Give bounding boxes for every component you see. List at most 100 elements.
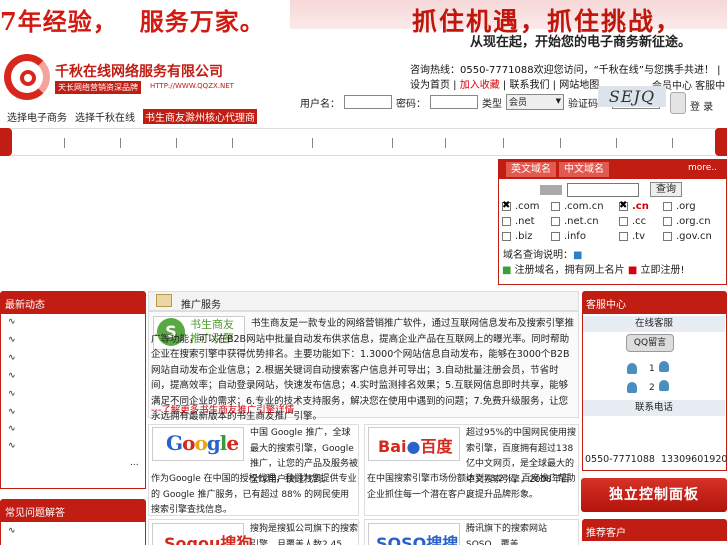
checkbox[interactable] <box>663 202 672 211</box>
news-item[interactable]: ∿ <box>8 441 16 451</box>
tld-label: .org.cn <box>676 216 711 227</box>
service-2-label[interactable]: 2 <box>649 383 655 393</box>
separator: | <box>713 65 721 76</box>
slogan-part-2: 服务万家。 <box>139 7 265 36</box>
domain-more-link[interactable]: more.. <box>688 163 717 173</box>
tld-label: .net.cn <box>564 216 599 227</box>
faq-item[interactable]: ∿ <box>8 526 16 536</box>
banner-slogan: 7年经验， 服务万家。 <box>0 2 265 37</box>
password-input[interactable] <box>430 95 478 109</box>
login-button[interactable] <box>670 92 686 114</box>
checkbox[interactable] <box>502 217 511 226</box>
nav-separator <box>616 138 617 148</box>
nav-separator <box>560 138 561 148</box>
tagline-item[interactable]: 选择电子商务 <box>7 109 67 124</box>
tld-option-cc[interactable]: .cc <box>619 216 646 227</box>
news-more-link[interactable]: ... <box>130 458 139 468</box>
baidu-text-2: 在中国搜索引擎市场份额达到73.2%，百度推广帮助企业抓住每一个潜在客户，提升品… <box>367 474 576 500</box>
info-icon: ■ <box>573 250 583 261</box>
check-icon: ■ <box>502 265 512 276</box>
set-homepage-link[interactable]: 设为首页 <box>410 80 450 91</box>
checkbox[interactable] <box>619 217 628 226</box>
checkbox[interactable] <box>619 200 628 211</box>
service-header: 客服中心 <box>582 291 727 313</box>
tagline-item[interactable]: 选择千秋在线 <box>75 109 135 124</box>
tld-label: .cn <box>632 201 649 212</box>
tld-option-netcn[interactable]: .net.cn <box>551 216 599 227</box>
user-icon <box>627 382 637 393</box>
sogou-text: 搜狗是搜狐公司旗下的搜索引擎，月覆盖人数2.45亿，市场份额5%， <box>250 524 359 545</box>
qq-message-button[interactable]: QQ留言 <box>626 334 674 352</box>
tld-option-orgcn[interactable]: .org.cn <box>663 216 711 227</box>
tld-option-info[interactable]: .info <box>551 231 586 242</box>
hotline-text: 咨询热线：0550-7771088 <box>410 65 534 76</box>
phone-title: 联系电话 <box>583 400 725 416</box>
faq-header: 常见问题解答 <box>0 499 146 521</box>
tld-option-net[interactable]: .net <box>502 216 535 227</box>
faq-list <box>0 521 146 545</box>
separator: | <box>450 80 460 91</box>
news-item[interactable]: ∿ <box>8 424 28 434</box>
checkbox[interactable] <box>551 232 560 241</box>
company-tagline: 天长网络营销资深品牌 <box>55 81 141 94</box>
tld-option-cn[interactable]: .cn <box>619 200 649 212</box>
tld-option-comcn[interactable]: .com.cn <box>551 201 604 212</box>
tld-option-org[interactable]: .org <box>663 201 696 212</box>
nav-separator <box>392 138 393 148</box>
checkbox[interactable] <box>551 217 560 226</box>
google-text-2: 作为Google 在中国的授权代理，我们为您提供专业的 Google 推广服务，… <box>151 474 357 515</box>
type-select[interactable]: 会员 <box>506 94 564 110</box>
tld-label: .net <box>515 216 535 227</box>
domain-query-button[interactable]: 查询 <box>650 182 682 197</box>
checkbox[interactable] <box>663 232 672 241</box>
tld-option-com[interactable]: .com <box>502 200 540 212</box>
soso-logo-text: SOSO搜搜 <box>376 534 459 545</box>
checkbox[interactable] <box>551 202 560 211</box>
envelope-icon <box>156 294 172 307</box>
tagline-links: 选择电子商务 选择千秋在线 书生商友滁州核心代理商 <box>7 109 257 124</box>
nav-separator <box>672 138 673 148</box>
login-button-label[interactable]: 登 录 <box>690 98 713 113</box>
news-item[interactable]: ∿ <box>8 407 44 417</box>
tld-option-tv[interactable]: .tv <box>619 231 645 242</box>
checkbox[interactable] <box>619 232 628 241</box>
soso-text: 腾讯旗下的搜索网站SOSO，覆盖 <box>466 524 548 545</box>
control-panel-button[interactable]: 独立控制面板 <box>581 478 727 512</box>
promo-more-link[interactable]: ---了解更多书生商友推广引擎详情 <box>151 403 294 419</box>
news-item[interactable]: ∿ <box>8 371 44 381</box>
checkbox[interactable] <box>663 217 672 226</box>
tagline-item-highlight[interactable]: 书生商友滁州核心代理商 <box>143 109 257 124</box>
news-item[interactable]: ∿ <box>8 353 44 363</box>
keyboard-icon <box>540 185 562 195</box>
tld-option-biz[interactable]: .biz <box>502 231 533 242</box>
company-url: HTTP://WWW.QQZX.NET <box>150 82 234 90</box>
company-name: 千秋在线网络服务有限公司 <box>55 64 223 80</box>
user-icon <box>659 380 669 391</box>
tab-english-domain[interactable]: 英文域名 <box>506 162 556 177</box>
nav-separator <box>120 138 121 148</box>
news-item[interactable]: ∿ <box>8 389 44 399</box>
username-input[interactable] <box>344 95 392 109</box>
news-item[interactable]: ∿ <box>8 317 16 327</box>
clients-header: 推荐客户 <box>582 519 727 541</box>
domain-input[interactable] <box>567 183 639 197</box>
username-label: 用户名： <box>300 98 340 110</box>
separator: | <box>499 80 510 91</box>
promo-header: 推广服务 <box>181 300 221 311</box>
register-now-link[interactable]: 立即注册! <box>640 265 684 276</box>
tld-option-govcn[interactable]: .gov.cn <box>663 231 712 242</box>
nav-right-cap <box>715 128 727 156</box>
add-favorite-link[interactable]: 加入收藏 <box>460 80 500 91</box>
checkbox[interactable] <box>502 200 511 211</box>
sitemap-link[interactable]: 网站地图 <box>559 80 599 91</box>
contact-link[interactable]: 联系我们 <box>509 80 549 91</box>
service-1-label[interactable]: 1 <box>649 364 655 374</box>
domain-register-text: ■ 注册域名，拥有网上名片 ■ 立即注册! <box>502 261 684 276</box>
news-item[interactable]: ∿ <box>8 335 44 345</box>
user-icon <box>627 363 637 374</box>
register-label: 注册域名，拥有网上名片 <box>514 265 625 276</box>
checkbox[interactable] <box>502 232 511 241</box>
nav-separator <box>312 138 313 148</box>
logo-inner-ring <box>20 70 36 86</box>
tab-chinese-domain[interactable]: 中文域名 <box>559 162 609 177</box>
